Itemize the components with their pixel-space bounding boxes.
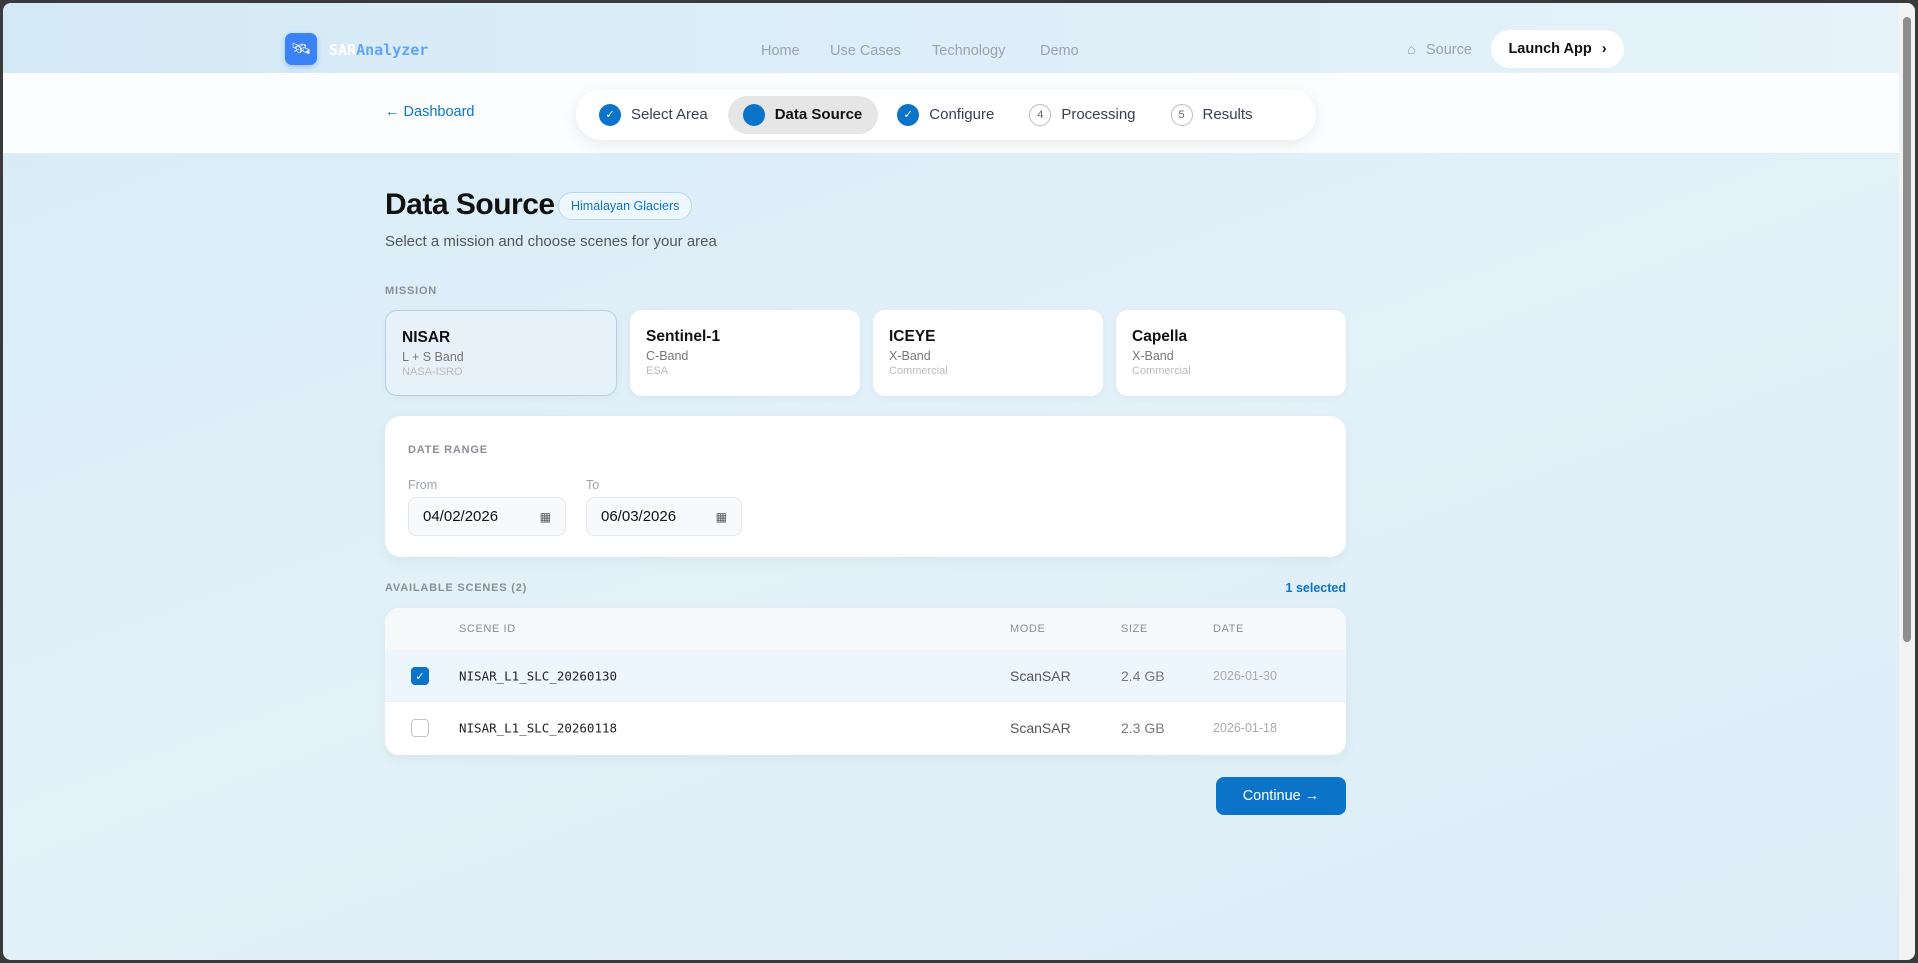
current-step-dot-icon	[742, 103, 765, 126]
scenes-table: SCENE ID MODE SIZE DATE ✓ NISAR_L1_SLC_2…	[385, 608, 1346, 755]
mission-name: NISAR	[402, 329, 451, 346]
to-label: To	[586, 478, 600, 492]
mission-band: X-Band	[889, 349, 931, 363]
from-date-value: 04/02/2026	[423, 508, 499, 525]
col-size: SIZE	[1121, 623, 1148, 635]
calendar-icon[interactable]: ▦	[716, 510, 727, 524]
calendar-icon[interactable]: ▦	[540, 510, 551, 524]
step-select-area[interactable]: ✓ Select Area	[584, 96, 724, 134]
scene-id: NISAR_L1_SLC_20260130	[459, 668, 618, 684]
github-icon: ⌂	[1407, 42, 1416, 58]
to-date-input[interactable]: 06/03/2026 ▦	[586, 497, 742, 536]
progress-stepper: ✓ Select Area Data Source ✓ Configure 4 Pro…	[576, 89, 1316, 140]
col-scene-id: SCENE ID	[459, 623, 516, 635]
mission-org: ESA	[646, 365, 669, 377]
launch-app-button[interactable]: Launch App ›	[1491, 30, 1624, 68]
scene-mode: ScanSAR	[1010, 668, 1071, 684]
page-subtitle: Select a mission and choose scenes for y…	[385, 233, 717, 250]
mission-band: X-Band	[1132, 349, 1174, 363]
check-icon: ✓	[599, 103, 621, 126]
row-checkbox-unchecked[interactable]	[411, 718, 429, 737]
step-label: Data Source	[774, 106, 863, 123]
mission-band: C-Band	[646, 349, 689, 363]
brand[interactable]: SARAnalyzer	[329, 41, 428, 59]
continue-button[interactable]: Continue →	[1216, 777, 1346, 815]
row-checkbox-checked[interactable]: ✓	[411, 667, 429, 685]
scene-date: 2026-01-18	[1213, 720, 1277, 735]
scene-id: NISAR_L1_SLC_20260118	[459, 720, 618, 735]
step-label: Select Area	[631, 106, 708, 123]
step-label: Processing	[1061, 106, 1136, 123]
step-processing[interactable]: 4 Processing	[1014, 96, 1151, 134]
launch-app-label: Launch App	[1508, 41, 1592, 57]
selected-count: 1 selected	[1285, 581, 1346, 595]
scene-date: 2026-01-30	[1213, 669, 1277, 683]
col-mode: MODE	[1010, 623, 1046, 635]
back-to-dashboard-link[interactable]: ← Dashboard	[385, 104, 474, 120]
area-badge: Himalayan Glaciers	[558, 192, 693, 220]
browser-window: 🛰 SARAnalyzer Home Use Cases Technology …	[3, 3, 1915, 960]
satellite-logo-icon[interactable]: 🛰	[285, 33, 317, 65]
mission-org: NASA-ISRO	[402, 366, 463, 378]
available-scenes-label: AVAILABLE SCENES (2)	[385, 582, 528, 594]
brand-sar: SAR	[329, 41, 357, 59]
nav-demo[interactable]: Demo	[1040, 43, 1079, 59]
nav-home[interactable]: Home	[761, 43, 800, 59]
nav-use-cases[interactable]: Use Cases	[830, 43, 901, 59]
step-results[interactable]: 5 Results	[1156, 96, 1269, 134]
top-nav: 🛰 SARAnalyzer Home Use Cases Technology …	[3, 3, 1899, 73]
mission-org: Commercial	[889, 365, 948, 377]
mission-org: Commercial	[1132, 365, 1191, 377]
step-label: Results	[1202, 106, 1253, 123]
mission-name: Sentinel-1	[646, 328, 721, 345]
to-date-value: 06/03/2026	[601, 508, 677, 525]
page-title: Data Source	[385, 188, 555, 221]
step-configure[interactable]: ✓ Configure	[882, 96, 1010, 134]
mission-card-nisar[interactable]: NISAR L + S Band NASA-ISRO	[385, 310, 617, 396]
mission-card-iceye[interactable]: ICEYE X-Band Commercial	[873, 310, 1103, 396]
table-row[interactable]: ✓ NISAR_L1_SLC_20260130 ScanSAR 2.4 GB 2…	[385, 651, 1346, 702]
mission-name: Capella	[1132, 328, 1188, 345]
step-label: Configure	[929, 106, 995, 123]
scene-mode: ScanSAR	[1010, 719, 1071, 736]
date-range-card: DATE RANGE From 04/02/2026 ▦ To 06/03/202…	[385, 416, 1346, 557]
mission-label: MISSION	[385, 285, 438, 297]
mission-card-sentinel-1[interactable]: Sentinel-1 C-Band ESA	[630, 310, 860, 396]
mission-name: ICEYE	[889, 328, 936, 345]
table-header: SCENE ID MODE SIZE DATE	[385, 608, 1346, 651]
sub-header: ← Dashboard ✓ Select Area Data Source ✓ Co…	[3, 73, 1899, 154]
step-number: 5	[1170, 103, 1193, 126]
step-data-source[interactable]: Data Source	[727, 95, 879, 134]
nav-technology[interactable]: Technology	[932, 43, 1005, 59]
step-number: 4	[1029, 103, 1052, 126]
scene-size: 2.3 GB	[1121, 719, 1165, 736]
source-link[interactable]: Source	[1426, 42, 1472, 58]
table-row[interactable]: NISAR_L1_SLC_20260118 ScanSAR 2.3 GB 202…	[385, 702, 1346, 753]
mission-card-capella[interactable]: Capella X-Band Commercial	[1116, 310, 1346, 396]
mission-band: L + S Band	[402, 350, 464, 364]
scrollbar[interactable]	[1899, 3, 1915, 960]
brand-analyzer: Analyzer	[356, 41, 429, 59]
mission-cards: NISAR L + S Band NASA-ISRO Sentinel-1 C-Ban…	[385, 310, 1346, 396]
date-range-label: DATE RANGE	[408, 444, 488, 456]
scene-size: 2.4 GB	[1121, 668, 1165, 684]
chevron-right-icon: ›	[1601, 41, 1607, 57]
from-date-input[interactable]: 04/02/2026 ▦	[408, 497, 566, 536]
scrollbar-thumb[interactable]	[1903, 17, 1911, 642]
from-label: From	[408, 478, 438, 492]
col-date: DATE	[1213, 623, 1244, 635]
check-icon: ✓	[897, 103, 920, 126]
